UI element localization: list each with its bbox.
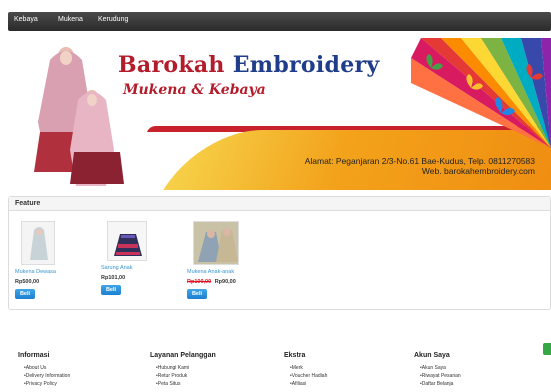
footer: Informasi About Us Delivery Information … [8,340,551,392]
nav-item-kebaya[interactable]: Kebaya [14,16,38,23]
product-thumbnail[interactable] [21,221,55,265]
address-line: Alamat: Peganjaran 2/3-No.61 Bae-Kudus, … [304,156,535,166]
nav-item-kerudung[interactable]: Kerudung [98,16,128,23]
footer-column-layanan: Layanan Pelanggan Hubungi Kami Retur Pro… [150,352,216,388]
product-old-price: Rp100,00 [187,279,212,285]
footer-column-akun: Akun Saya Akun Saya Riwayat Pesanan Daft… [414,352,461,388]
product-price: Rp101,00 [101,275,171,281]
product-name[interactable]: Mukena Anak-anak [187,269,257,275]
product-card: Sarung Anak Rp101,00 Beli [101,221,171,295]
buy-button[interactable]: Beli [187,289,207,299]
footer-link[interactable]: Merk [290,364,327,372]
buy-button[interactable]: Beli [15,289,35,299]
side-tab-toggle[interactable] [543,343,551,355]
brand-subtitle: Mukena & Kebaya [123,82,266,98]
product-card: Mukena Anak-anak Rp100,00 Rp90,00 Beli [187,221,257,299]
store-address: Alamat: Peganjaran 2/3-No.61 Bae-Kudus, … [305,156,535,176]
footer-link[interactable]: Riwayat Pesanan [420,372,461,380]
footer-column-title: Informasi [18,352,50,359]
website-line: Web. barokahembroidery.com [421,166,535,176]
product-price: Rp500,00 [15,279,85,285]
footer-link[interactable]: Voucher Hadiah [290,372,328,380]
product-thumbnail[interactable] [193,221,239,265]
models-in-mukena-image [34,47,124,186]
footer-link[interactable]: About Us [24,364,70,372]
product-thumbnail[interactable] [107,221,147,261]
footer-link[interactable]: Retur Produk [156,372,216,380]
brand-title-word2: Embroidery [232,52,380,78]
nav-item-mukena[interactable]: Mukena [58,16,83,23]
footer-link[interactable]: Akun Saya [420,364,461,372]
footer-column-title: Ekstra [284,352,306,359]
footer-link[interactable]: Privacy Policy [24,380,70,388]
product-current-price: Rp101,00 [101,275,126,281]
footer-link[interactable]: Delivery Information [24,372,70,380]
footer-column-informasi: Informasi About Us Delivery Information … [18,352,70,388]
footer-link[interactable]: Hubungi Kami [156,364,216,372]
footer-column-ekstra: Ekstra Merk Voucher Hadiah Afiliasi [284,352,327,388]
product-current-price: Rp90,00 [214,279,236,285]
brand-title-word1: Barokah [118,52,225,78]
header-banner[interactable]: Barokah Embroidery Mukena & Kebaya Alama… [8,38,551,190]
brand-title: Barokah Embroidery [118,52,380,78]
product-card: Mukena Dewasa Rp500,00 Beli [15,221,85,299]
product-price: Rp100,00 Rp90,00 [187,279,257,285]
footer-link[interactable]: Daftar Belanja [420,380,461,388]
footer-column-title: Akun Saya [414,352,450,359]
product-current-price: Rp500,00 [15,279,40,285]
footer-column-title: Layanan Pelanggan [150,352,216,359]
product-name[interactable]: Sarung Anak [101,265,171,271]
product-name[interactable]: Mukena Dewasa [15,269,85,275]
feature-box: Feature Mukena Dewasa Rp500,00 Beli Saru… [8,196,551,310]
footer-link[interactable]: Afiliasi [290,380,327,388]
footer-link[interactable]: Peta Situs [156,380,216,388]
top-nav: Kebaya Mukena Kerudung [8,12,551,31]
colorful-fan-butterflies-graphic [411,38,551,148]
buy-button[interactable]: Beli [101,285,121,295]
feature-heading: Feature [9,197,550,211]
